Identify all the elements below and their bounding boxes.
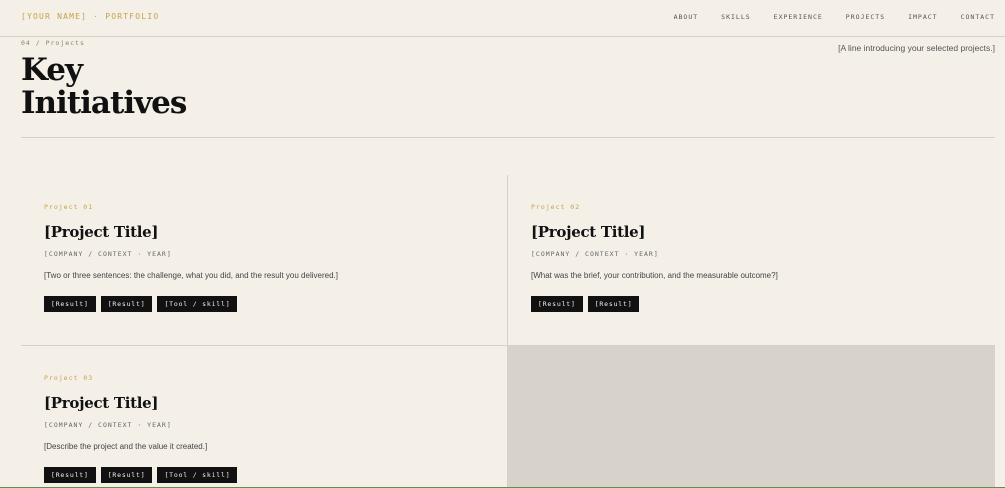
project-tags: [Result] [Result] [Tool / skill] bbox=[44, 296, 338, 312]
nav-contact[interactable]: CONTACT bbox=[961, 13, 995, 21]
empty-grid-cell bbox=[508, 346, 995, 488]
project-description: [Two or three sentences: the challenge, … bbox=[44, 271, 338, 280]
project-tag: [Result] bbox=[100, 467, 153, 483]
nav-experience[interactable]: EXPERIENCE bbox=[774, 13, 823, 21]
project-description: [What was the brief, your contribution, … bbox=[531, 271, 778, 280]
project-tag: [Tool / skill] bbox=[157, 296, 238, 312]
project-tag: [Tool / skill] bbox=[157, 467, 238, 483]
nav-about[interactable]: ABOUT bbox=[674, 13, 699, 21]
project-tag: [Result] bbox=[531, 296, 583, 312]
project-title: [Project Title] bbox=[44, 394, 159, 412]
section-eyebrow: 04 / Projects bbox=[21, 39, 85, 47]
nav-projects[interactable]: PROJECTS bbox=[846, 13, 885, 21]
nav-skills[interactable]: SKILLS bbox=[721, 13, 750, 21]
project-meta: [COMPANY / CONTEXT · YEAR] bbox=[531, 250, 659, 258]
project-card-3[interactable]: Project 03 [Project Title] [COMPANY / CO… bbox=[21, 346, 508, 488]
project-meta: [COMPANY / CONTEXT · YEAR] bbox=[44, 250, 172, 258]
project-card-2[interactable]: Project 02 [Project Title] [COMPANY / CO… bbox=[508, 175, 995, 346]
project-title: [Project Title] bbox=[44, 223, 159, 241]
projects-grid: Project 01 [Project Title] [COMPANY / CO… bbox=[21, 175, 995, 488]
section-intro: [A line introducing your selected projec… bbox=[838, 43, 995, 53]
brand-logo[interactable]: [YOUR NAME] · PORTFOLIO bbox=[21, 12, 159, 21]
project-tag: [Result] bbox=[44, 467, 96, 483]
project-tag: [Result] bbox=[44, 296, 96, 312]
section-title: Key Initiatives bbox=[21, 52, 187, 121]
project-label: Project 02 bbox=[531, 203, 581, 211]
section-title-line-1: Key bbox=[21, 52, 83, 88]
project-tag: [Result] bbox=[100, 296, 153, 312]
project-description: [Describe the project and the value it c… bbox=[44, 442, 208, 451]
project-tags: [Result] [Result] bbox=[531, 296, 778, 312]
project-meta: [COMPANY / CONTEXT · YEAR] bbox=[44, 421, 172, 429]
top-bar: [YOUR NAME] · PORTFOLIO ABOUT SKILLS EXP… bbox=[0, 0, 1005, 37]
project-label: Project 01 bbox=[44, 203, 94, 211]
project-tag: [Result] bbox=[587, 296, 640, 312]
main-nav: ABOUT SKILLS EXPERIENCE PROJECTS IMPACT … bbox=[651, 13, 995, 21]
project-title: [Project Title] bbox=[531, 223, 646, 241]
project-label: Project 03 bbox=[44, 374, 94, 382]
section-title-line-2: Initiatives bbox=[21, 85, 187, 121]
nav-impact[interactable]: IMPACT bbox=[908, 13, 937, 21]
project-card-1[interactable]: Project 01 [Project Title] [COMPANY / CO… bbox=[21, 175, 508, 346]
project-tags: [Result] [Result] [Tool / skill] bbox=[44, 467, 238, 483]
section-divider bbox=[21, 137, 995, 138]
